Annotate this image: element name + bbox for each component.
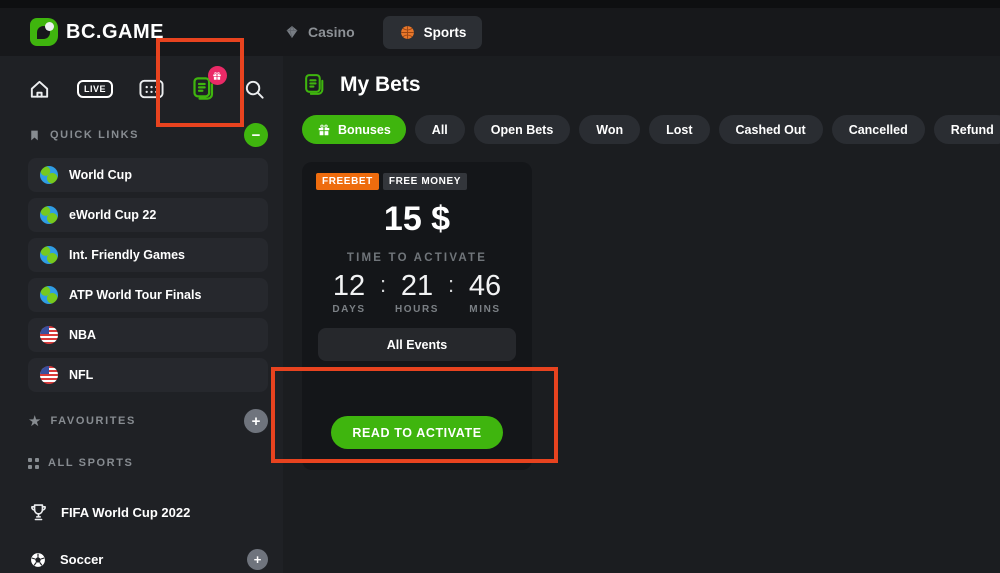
time-to-activate-label: TIME TO ACTIVATE — [316, 252, 518, 264]
globe-icon — [40, 206, 58, 224]
tab-refund[interactable]: Refund — [934, 115, 1000, 144]
quick-link-nba[interactable]: NBA — [28, 318, 268, 352]
countdown-mins: 46 MINS — [456, 270, 514, 315]
bookmark-icon — [28, 128, 41, 143]
all-events-button[interactable]: All Events — [318, 328, 516, 361]
star-icon: ★ — [28, 414, 41, 429]
live-icon[interactable]: LIVE — [77, 80, 113, 98]
favourites-label: FAVOURITES — [50, 415, 135, 427]
freebet-badge: FREEBET — [316, 173, 379, 190]
freebet-bonus-card: FREEBET FREE MONEY 15 $ TIME TO ACTIVATE… — [302, 162, 532, 470]
activation-countdown: 12 DAYS : 21 HOURS : 46 MINS — [316, 270, 518, 315]
all-sports-header[interactable]: ALL SPORTS — [28, 450, 268, 476]
topbar: BC.GAME Casino Sports — [0, 8, 1000, 56]
globe-icon — [40, 246, 58, 264]
trophy-icon — [28, 502, 49, 523]
us-flag-icon — [40, 366, 58, 384]
plus-icon: + — [252, 414, 261, 429]
tab-all[interactable]: All — [415, 115, 465, 144]
collapse-quick-links-button[interactable]: − — [244, 123, 268, 147]
quick-link-atp-world-tour-finals[interactable]: ATP World Tour Finals — [28, 278, 268, 312]
globe-icon — [40, 166, 58, 184]
globe-icon — [40, 286, 58, 304]
logo-text: BC.GAME — [66, 21, 164, 44]
window-top-strip — [0, 0, 1000, 8]
quick-link-nfl[interactable]: NFL — [28, 358, 268, 392]
bc-game-logo-icon — [30, 18, 58, 46]
betslip-grid-icon[interactable] — [139, 78, 164, 100]
sidebar-item-fifa-world-cup-2022[interactable]: FIFA World Cup 2022 — [28, 502, 268, 523]
quick-link-int-friendly-games[interactable]: Int. Friendly Games — [28, 238, 268, 272]
us-flag-icon — [40, 326, 58, 344]
gift-icon — [317, 123, 331, 137]
plus-icon: + — [254, 553, 262, 566]
bc-game-sports-page: BC.GAME Casino Sports LIVE — [0, 0, 1000, 573]
page-title: My Bets — [340, 73, 421, 97]
tab-won[interactable]: Won — [579, 115, 640, 144]
my-bets-header: My Bets — [302, 70, 1000, 100]
add-favourite-button[interactable]: + — [244, 409, 268, 433]
all-sports-label: ALL SPORTS — [48, 457, 133, 469]
basketball-icon — [399, 24, 416, 41]
home-icon[interactable] — [28, 78, 51, 101]
quick-links-list: World Cup eWorld Cup 22 Int. Friendly Ga… — [28, 158, 268, 392]
bonus-badges: FREEBET FREE MONEY — [316, 173, 518, 190]
countdown-separator: : — [446, 270, 456, 300]
countdown-days: 12 DAYS — [320, 270, 378, 315]
nav-casino-label: Casino — [308, 24, 355, 40]
nav-casino-link[interactable]: Casino — [284, 24, 355, 40]
my-bets-icon — [302, 72, 327, 98]
favourites-header: ★ FAVOURITES + — [28, 408, 268, 434]
quick-link-eworld-cup-22[interactable]: eWorld Cup 22 — [28, 198, 268, 232]
quick-link-world-cup[interactable]: World Cup — [28, 158, 268, 192]
quick-links-label: QUICK LINKS — [50, 129, 139, 141]
sidebar: LIVE QUICK LINKS − — [0, 56, 283, 573]
sidebar-item-soccer[interactable]: Soccer + — [28, 549, 268, 570]
notification-badge — [208, 66, 227, 85]
bet-filter-tabs: Bonuses All Open Bets Won Lost Cashed Ou… — [302, 115, 1000, 144]
live-icon-label: LIVE — [77, 80, 113, 98]
countdown-separator: : — [378, 270, 388, 300]
search-icon[interactable] — [243, 78, 266, 101]
tab-bonuses[interactable]: Bonuses — [302, 115, 406, 144]
nav-sports-tab[interactable]: Sports — [383, 16, 483, 49]
bonus-amount: 15 $ — [316, 198, 518, 240]
nav-sports-label: Sports — [424, 25, 467, 40]
tab-open-bets[interactable]: Open Bets — [474, 115, 571, 144]
countdown-hours: 21 HOURS — [388, 270, 446, 315]
grid-dots-icon — [28, 458, 39, 469]
tab-lost[interactable]: Lost — [649, 115, 709, 144]
tab-cancelled[interactable]: Cancelled — [832, 115, 925, 144]
expand-soccer-button[interactable]: + — [247, 549, 268, 570]
my-bets-icon[interactable] — [190, 75, 217, 103]
sidebar-icon-nav: LIVE — [28, 72, 268, 106]
free-money-badge: FREE MONEY — [383, 173, 467, 190]
read-to-activate-button[interactable]: READ TO ACTIVATE — [331, 416, 503, 449]
diamond-icon — [284, 24, 300, 40]
minus-icon: − — [252, 128, 261, 143]
main-content: My Bets Bonuses All Open Bets Won Lost C… — [283, 56, 1000, 573]
quick-links-header: QUICK LINKS − — [28, 122, 268, 148]
bc-game-logo[interactable]: BC.GAME — [30, 18, 164, 46]
tab-cashed-out[interactable]: Cashed Out — [719, 115, 823, 144]
soccer-ball-icon — [28, 550, 48, 570]
